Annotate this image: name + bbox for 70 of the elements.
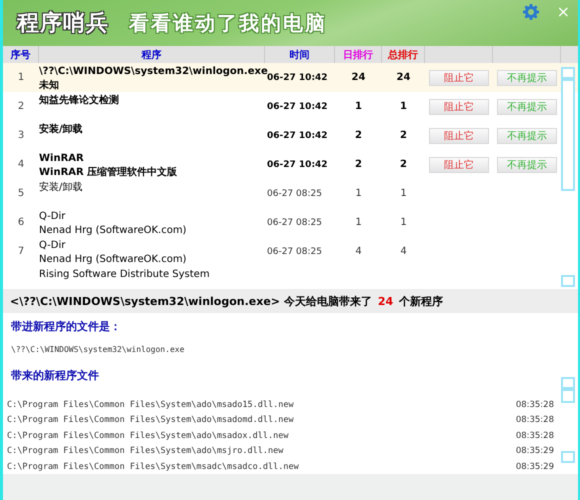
- total-rank-cell: 1: [400, 188, 407, 199]
- scrollbar-thumb[interactable]: [561, 79, 575, 191]
- ignore-button[interactable]: 不再提示: [497, 98, 557, 114]
- block-button[interactable]: 阻止它: [429, 156, 489, 172]
- program-publisher: Nenad Hrg (SoftwareOK.com): [39, 225, 188, 237]
- files-heading: 带来的新程序文件: [10, 368, 100, 383]
- program-count: 24: [378, 294, 394, 308]
- scrollbar-thumb[interactable]: [561, 389, 575, 403]
- file-time: 08:35:28: [516, 415, 554, 426]
- file-path: C:\Program Files\Common Files\System\ado\msjro.dll.new: [7, 446, 284, 456]
- day-rank-cell: 2: [355, 159, 362, 170]
- day-rank-cell: 1: [355, 101, 362, 112]
- time-cell-text: 06-27 08:25: [266, 189, 322, 199]
- time-cell-text: 06-27 10:42: [266, 102, 328, 112]
- program-name: Q-Dir: [39, 211, 66, 223]
- total-rank-cell: 4: [400, 246, 407, 257]
- program-publisher: Nenad Hrg (SoftwareOK.com): [39, 254, 188, 266]
- program-name: Q-Dir: [39, 240, 66, 252]
- close-button[interactable]: ×: [556, 2, 570, 21]
- total-rank-cell: 2: [400, 159, 407, 170]
- file-time: 08:35:28: [516, 400, 554, 410]
- file-path: C:\Program Files\Common Files\System\ado\msadomd.dll.new: [7, 415, 294, 426]
- row-number: 1: [18, 72, 24, 83]
- ignore-button[interactable]: 不再提示: [497, 70, 557, 86]
- settings-icon[interactable]: [522, 4, 539, 20]
- ignore-button[interactable]: 不再提示: [497, 156, 557, 172]
- file-time: 08:35:29: [516, 462, 554, 472]
- total-rank-cell: 24: [396, 72, 410, 83]
- file-path: C:\Program Files\Common Files\System\msadc\msadco.dll.new: [7, 462, 299, 472]
- file-time: 08:35:29: [516, 446, 554, 456]
- ignore-button[interactable]: 不再提示: [497, 128, 557, 144]
- file-time: 08:35:28: [516, 430, 554, 441]
- day-rank-cell: 1: [355, 188, 362, 199]
- program-name: 知益先锋论文检测: [39, 95, 120, 107]
- day-rank-cell: 24: [352, 72, 366, 83]
- program-name: 安装/卸载: [39, 182, 84, 194]
- program-name: 安装/卸载: [39, 124, 84, 136]
- summary-text: <\??\C:\WINDOWS\system32\winlogon.exe> 今天给电脑带来了: [10, 294, 372, 308]
- row-number: 4: [18, 159, 24, 170]
- row-number: 3: [18, 130, 24, 141]
- total-rank-cell: 1: [400, 217, 407, 228]
- time-cell-text: 06-27 10:42: [267, 73, 328, 83]
- day-rank-cell: 2: [355, 130, 362, 141]
- block-button[interactable]: 阻止它: [429, 128, 489, 144]
- row-number: 5: [18, 188, 24, 199]
- file-path: C:\Program Files\Common Files\System\ado\msado15.dll.new: [7, 400, 294, 410]
- app-slogan: 看看谁动了我的电脑: [129, 10, 328, 36]
- source-path: \??\C:\WINDOWS\system32\winlogon.exe: [10, 345, 186, 354]
- block-button[interactable]: 阻止它: [429, 70, 489, 86]
- program-name: Rising Software Distribute System: [39, 269, 211, 281]
- row-number: 2: [18, 101, 24, 112]
- block-button[interactable]: 阻止它: [429, 98, 489, 114]
- program-publisher: WinRAR 压缩管理软件中文版: [39, 167, 178, 179]
- summary-suffix: 个新程序: [399, 294, 444, 308]
- source-heading: 带进新程序的文件是：: [10, 319, 122, 334]
- time-cell-text: 06-27 08:25: [266, 218, 322, 228]
- row-number: 6: [18, 217, 24, 228]
- row-number: 7: [18, 246, 24, 257]
- day-rank-cell: 4: [355, 246, 362, 257]
- file-path: C:\Program Files\Common Files\System\ado\msadox.dll.new: [7, 430, 288, 441]
- program-name: WinRAR: [39, 153, 85, 165]
- program-publisher: 未知: [39, 80, 60, 92]
- program-name: \??\C:\WINDOWS\system32\winlogon.exe: [39, 66, 265, 77]
- total-rank-cell: 1: [400, 101, 407, 112]
- time-cell-text: 06-27 10:42: [266, 131, 328, 141]
- time-cell-text: 06-27 10:42: [266, 160, 328, 170]
- app-title: 程序哨兵: [17, 10, 109, 38]
- day-rank-cell: 1: [355, 217, 362, 228]
- time-cell-text: 06-27 08:25: [266, 247, 322, 257]
- total-rank-cell: 2: [400, 130, 407, 141]
